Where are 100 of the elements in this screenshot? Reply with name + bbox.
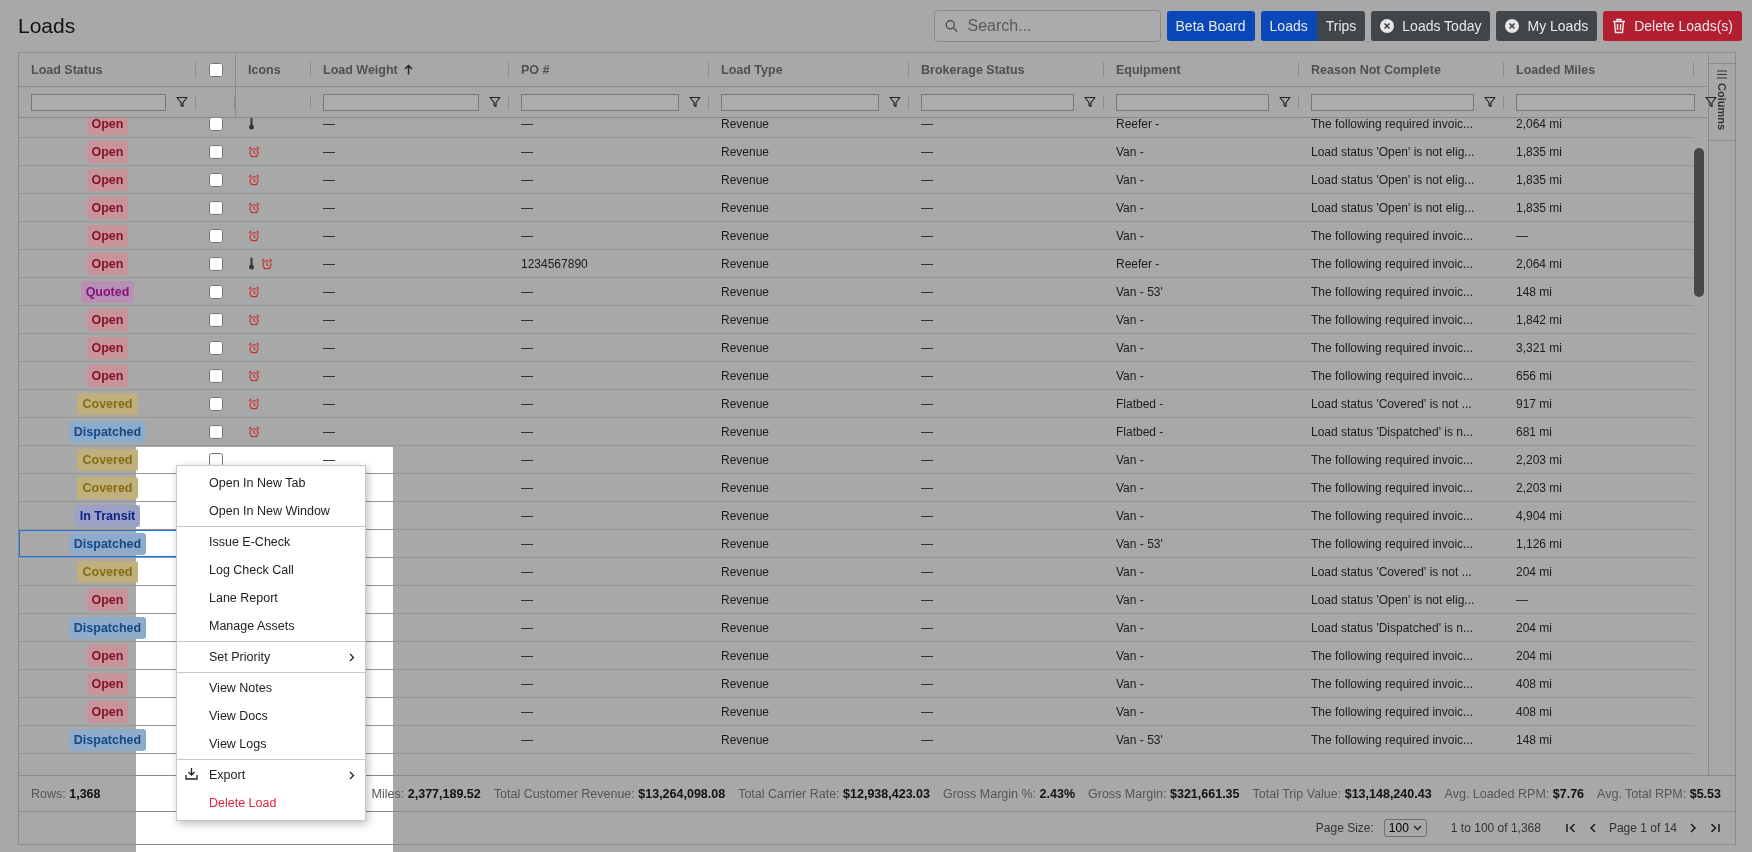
table-cell: 917 mi [1516, 396, 1553, 411]
filter-input[interactable] [1311, 93, 1474, 111]
table-cell: 4,904 mi [1516, 508, 1563, 523]
filter-input[interactable] [323, 93, 479, 111]
table-cell: Revenue [721, 228, 770, 243]
row-checkbox[interactable] [209, 172, 223, 187]
summary-total: Total Trip Value: $13,148,240.43 [1252, 786, 1432, 801]
view-toggle-button[interactable]: Loads [1260, 11, 1317, 41]
row-checkbox[interactable] [209, 312, 223, 327]
search-input[interactable]: Search... [965, 16, 1150, 36]
table-cell: Van - [1116, 144, 1144, 159]
menu-item[interactable]: Open In New Window [177, 497, 365, 525]
alarm-clock-icon [248, 173, 260, 186]
row-checkbox[interactable] [209, 118, 223, 131]
alarm-clock-icon [248, 425, 260, 438]
table-cell: Van - [1116, 312, 1144, 327]
menu-item[interactable]: Delete Load [177, 789, 365, 817]
beta-board-button[interactable]: Beta Board [1166, 11, 1255, 41]
menu-item[interactable]: Issue E-Check [177, 528, 365, 556]
table-cell: — [323, 172, 335, 187]
filter-input[interactable] [521, 93, 679, 111]
filter-icon[interactable] [1279, 96, 1291, 108]
filter-input[interactable] [1116, 93, 1269, 111]
filter-icon[interactable] [176, 96, 188, 108]
columns-side-tab[interactable]: Columns [1709, 63, 1735, 141]
table-cell: — [521, 704, 533, 719]
filter-icon[interactable] [689, 96, 701, 108]
table-cell: — [521, 452, 533, 467]
status-badge: Open [86, 140, 129, 163]
table-cell: — [921, 592, 933, 607]
table-cell: Van - [1116, 620, 1144, 635]
table-cell: Van - [1116, 676, 1144, 691]
select-all-checkbox[interactable] [208, 62, 223, 77]
table-cell: Van - [1116, 704, 1144, 719]
row-checkbox[interactable] [209, 256, 223, 271]
table-cell: The following required invoic... [1311, 480, 1474, 495]
thermometer-icon [248, 118, 255, 130]
table-cell: The following required invoic... [1311, 676, 1474, 691]
filter-chip-button[interactable]: My Loads [1496, 11, 1598, 41]
filter-icon[interactable] [1705, 96, 1717, 108]
table-cell: — [921, 144, 933, 159]
row-checkbox[interactable] [209, 228, 223, 243]
table-cell: The following required invoic... [1311, 368, 1474, 383]
row-checkbox[interactable] [209, 284, 223, 299]
table-cell: — [323, 312, 335, 327]
alarm-clock-icon [248, 313, 260, 326]
row-checkbox[interactable] [209, 368, 223, 383]
table-cell: — [921, 648, 933, 663]
status-badge: Open [86, 364, 129, 387]
table-cell: — [921, 256, 933, 271]
menu-item[interactable]: Open In New Tab [177, 469, 365, 497]
table-cell: — [921, 452, 933, 467]
page-size-select[interactable]: 100 [1383, 819, 1427, 837]
filter-input[interactable] [721, 93, 879, 111]
table-cell: Van - [1116, 564, 1144, 579]
filter-icon[interactable] [1084, 96, 1096, 108]
status-badge: In Transit [74, 504, 141, 527]
menu-item[interactable]: Set Priority [177, 643, 365, 671]
menu-item[interactable]: Log Check Call [177, 556, 365, 584]
row-checkbox[interactable] [209, 424, 223, 439]
filter-input[interactable] [31, 93, 166, 111]
status-badge: Open [86, 224, 129, 247]
table-cell: — [921, 508, 933, 523]
filter-input[interactable] [921, 93, 1074, 111]
table-cell: Van - [1116, 228, 1144, 243]
menu-item[interactable]: Export [177, 761, 365, 789]
row-checkbox[interactable] [209, 452, 223, 467]
filter-chip-button[interactable]: Loads Today [1371, 11, 1491, 41]
table-cell: — [323, 424, 335, 439]
table-cell: — [521, 508, 533, 523]
summary-total: Avg. Loaded RPM: $7.76 [1444, 786, 1585, 801]
menu-item[interactable]: View Logs [177, 730, 365, 758]
filter-icon[interactable] [1484, 96, 1496, 108]
table-cell: Van - [1116, 648, 1144, 663]
scrollbar-thumb[interactable] [1694, 148, 1704, 297]
row-checkbox[interactable] [209, 396, 223, 411]
last-page-icon[interactable] [1709, 822, 1721, 834]
delete-loads-button[interactable]: Delete Loads(s) [1603, 11, 1742, 41]
filter-input[interactable] [1516, 93, 1695, 111]
menu-item[interactable]: View Notes [177, 674, 365, 702]
table-cell: — [521, 480, 533, 495]
table-cell: Van - [1116, 480, 1144, 495]
table-cell: 656 mi [1516, 368, 1553, 383]
menu-item[interactable]: Lane Report [177, 584, 365, 612]
filter-icon[interactable] [889, 96, 901, 108]
menu-item[interactable]: View Docs [177, 702, 365, 730]
row-checkbox[interactable] [209, 144, 223, 159]
row-checkbox[interactable] [209, 340, 223, 355]
table-cell: — [521, 118, 533, 131]
first-page-icon[interactable] [1564, 822, 1577, 834]
table-cell: Van - [1116, 340, 1144, 355]
view-toggle-button[interactable]: Trips [1316, 11, 1366, 41]
search-field[interactable]: Search... [933, 10, 1161, 42]
table-cell: — [521, 312, 533, 327]
filter-icon[interactable] [489, 96, 501, 108]
table-cell: Reefer - [1116, 256, 1160, 271]
row-checkbox[interactable] [209, 200, 223, 215]
menu-item[interactable]: Manage Assets [177, 612, 365, 640]
table-cell: Flatbed - [1116, 424, 1164, 439]
table-cell: — [521, 676, 533, 691]
